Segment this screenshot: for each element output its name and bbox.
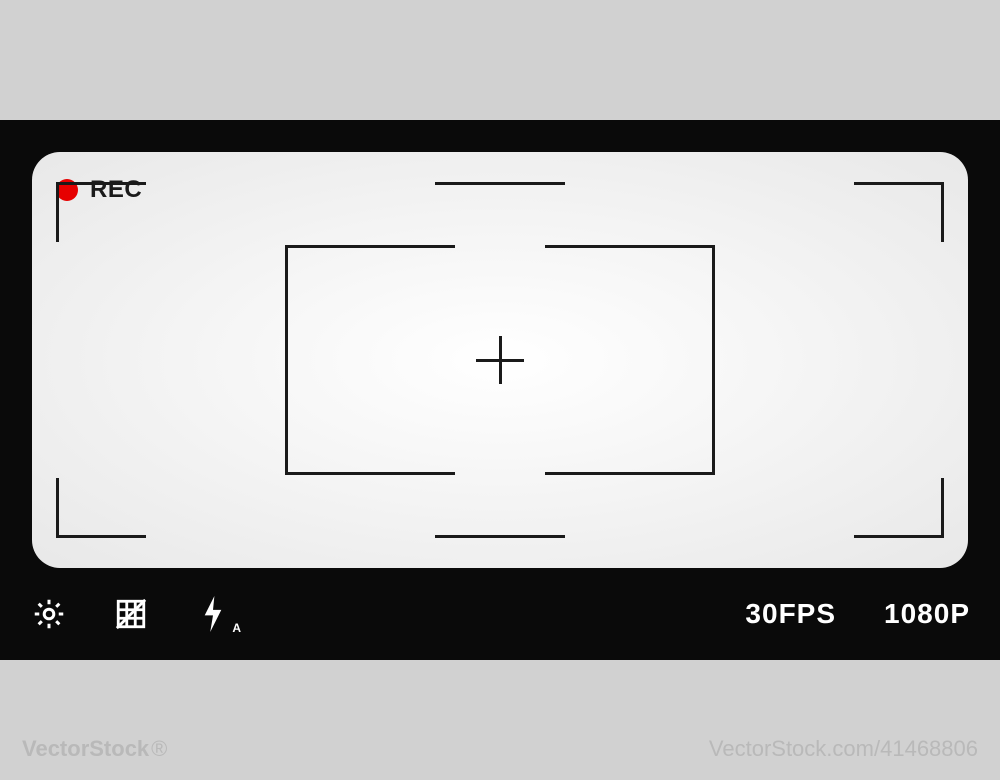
- frame-marker: [435, 182, 565, 185]
- flash-icon: [201, 596, 225, 632]
- frame-marker: [435, 535, 565, 538]
- recording-label: REC: [90, 176, 142, 204]
- frame-corner: [56, 535, 146, 538]
- flash-mode-label: A: [232, 621, 242, 635]
- frame-corner: [56, 182, 146, 185]
- fps-indicator: 30FPS: [745, 598, 836, 630]
- camera-toolbar: A 30FPS 1080P: [0, 568, 1000, 660]
- settings-button[interactable]: [30, 595, 68, 633]
- grid-toggle-button[interactable]: [112, 595, 150, 633]
- recording-indicator: REC: [56, 176, 142, 204]
- frame-corner: [56, 478, 59, 538]
- resolution-indicator: 1080P: [884, 598, 970, 630]
- flash-mode-button[interactable]: A: [194, 595, 232, 633]
- frame-corner: [854, 535, 944, 538]
- camera-ui: REC: [0, 120, 1000, 660]
- gear-icon: [31, 596, 67, 632]
- watermark-id: VectorStock.com/41468806: [709, 736, 978, 762]
- grid-off-icon: [114, 597, 148, 631]
- frame-corner: [941, 182, 944, 242]
- frame-corner: [56, 182, 59, 242]
- viewfinder[interactable]: REC: [32, 152, 968, 568]
- frame-corner: [854, 182, 944, 185]
- frame-corner: [941, 478, 944, 538]
- watermark-brand: VectorStock®: [22, 736, 167, 762]
- focus-brackets: [285, 245, 715, 475]
